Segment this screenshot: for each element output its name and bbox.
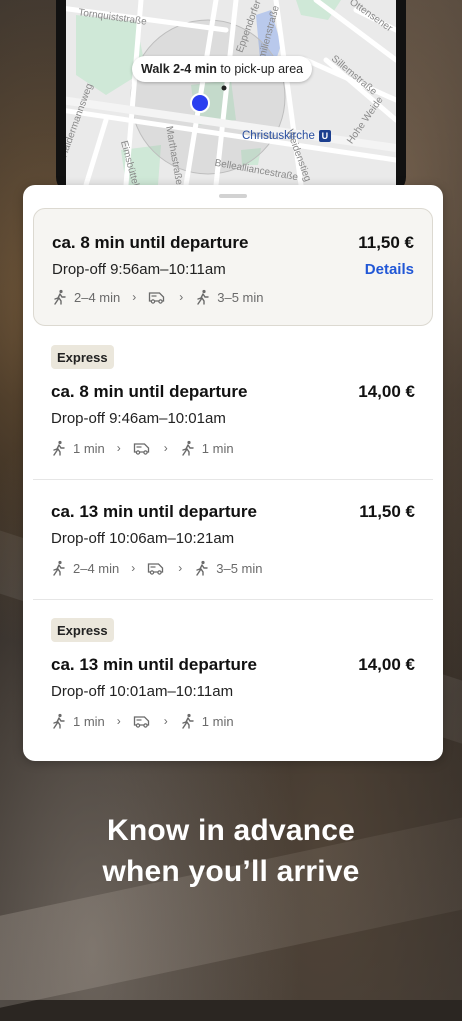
ride-option[interactable]: Express ca. 8 min until departure 14,00 … <box>33 340 433 480</box>
walk-info-bubble: Walk 2-4 min to pick-up area <box>132 56 313 82</box>
chevron-right-icon: › <box>163 714 168 728</box>
ride-options-sheet: ca. 8 min until departure 11,50 € Drop-o… <box>23 185 443 761</box>
walk-icon <box>53 713 65 729</box>
trip-legs: 1 min › › 1 min <box>51 713 234 729</box>
chevron-right-icon: › <box>131 561 136 575</box>
trip-legs: 1 min › › 1 min <box>51 440 234 456</box>
details-link[interactable]: Details <box>365 261 414 278</box>
departure-time: ca. 8 min until departure <box>52 233 249 252</box>
map-graphics <box>66 0 396 185</box>
ride-option[interactable]: Express ca. 13 min until departure 14,00… <box>33 600 433 750</box>
chevron-right-icon: › <box>179 290 184 304</box>
chevron-right-icon: › <box>116 714 121 728</box>
ride-option[interactable]: ca. 13 min until departure 11,50 € Drop-… <box>33 480 433 598</box>
pickup-point-dot <box>221 85 227 91</box>
shuttle-van-icon <box>133 716 149 728</box>
trip-legs: 2–4 min › › 3–5 min <box>51 560 263 576</box>
ubahn-icon: U <box>318 130 331 142</box>
dropoff-time: Drop-off 9:56am–10:11am <box>52 261 226 278</box>
promo-tagline: Know in advance when you’ll arrive <box>102 814 360 888</box>
dropoff-time: Drop-off 10:06am–10:21am <box>51 530 235 547</box>
walk-icon <box>182 440 194 456</box>
chevron-right-icon: › <box>132 290 137 304</box>
sheet-drag-handle[interactable] <box>219 194 247 198</box>
walk-icon <box>53 440 65 456</box>
dropoff-time: Drop-off 9:46am–10:01am <box>51 410 226 427</box>
departure-time: ca. 13 min until departure <box>51 655 257 674</box>
chevron-right-icon: › <box>163 441 168 455</box>
chevron-right-icon: › <box>116 441 121 455</box>
station-label[interactable]: Christuskirche U <box>242 130 331 142</box>
trip-legs: 2–4 min › › 3–5 min <box>52 289 264 305</box>
price: 14,00 € <box>358 382 415 401</box>
shuttle-van-icon <box>149 292 165 304</box>
shuttle-van-icon <box>148 563 164 575</box>
price: 11,50 € <box>359 502 415 521</box>
ride-option[interactable]: ca. 8 min until departure 11,50 € Drop-o… <box>33 208 433 326</box>
current-location-dot <box>190 93 210 113</box>
express-badge: Express <box>51 618 114 642</box>
map-view[interactable]: Tornquiststraße Eppendorfer Weg Hohe Wei… <box>66 0 396 185</box>
shuttle-van-icon <box>133 443 149 455</box>
walk-icon <box>53 560 65 576</box>
walk-icon <box>182 713 194 729</box>
price: 11,50 € <box>358 233 414 252</box>
departure-time: ca. 8 min until departure <box>51 382 248 401</box>
price: 14,00 € <box>358 655 415 674</box>
express-badge: Express <box>51 345 114 369</box>
walk-icon <box>197 289 209 305</box>
dropoff-time: Drop-off 10:01am–10:11am <box>51 683 234 700</box>
walk-icon <box>54 289 66 305</box>
chevron-right-icon: › <box>178 561 183 575</box>
walk-icon <box>196 560 208 576</box>
departure-time: ca. 13 min until departure <box>51 502 257 521</box>
